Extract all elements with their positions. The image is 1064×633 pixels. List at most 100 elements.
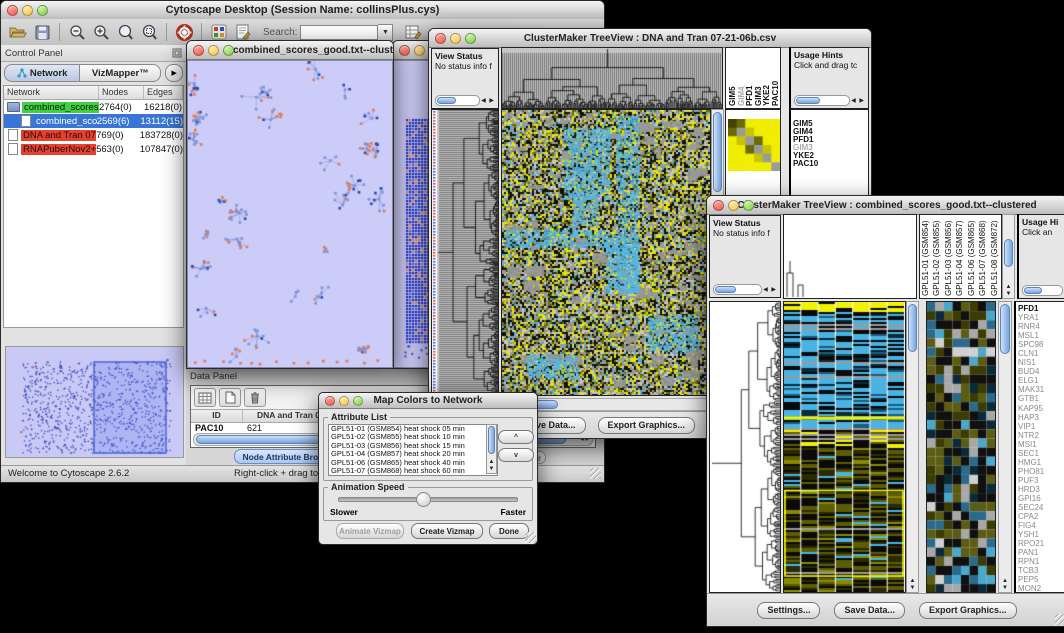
search-dropdown-button[interactable]: ▼	[378, 24, 393, 41]
tv2-gene-label[interactable]: RPN1	[1016, 557, 1064, 566]
done-button[interactable]: Done	[489, 523, 529, 539]
tv1-gene-label[interactable]: GIM3	[791, 144, 868, 152]
tv1-column-label[interactable]: GIM5	[728, 48, 737, 108]
tv2-gene-label[interactable]: YRA1	[1016, 313, 1064, 322]
tv2-gene-label[interactable]: HAP3	[1016, 413, 1064, 422]
tv1-gene-label[interactable]: PFD1	[791, 136, 868, 144]
tv2-column-label[interactable]: GPL51-06 (GSM865)	[967, 215, 978, 298]
tv2-gene-label[interactable]: RNR4	[1016, 322, 1064, 331]
tv2-zoom-heatmap[interactable]	[927, 302, 995, 592]
tv2-gene-label[interactable]: HRD3	[1016, 485, 1064, 494]
network-row[interactable]: DNA and Tran 07769(0)183728(0)	[4, 128, 183, 142]
open-file-button[interactable]	[7, 22, 29, 42]
close-button[interactable]	[399, 45, 410, 56]
tv1-column-label[interactable]: YKE2	[762, 48, 771, 108]
minimize-button[interactable]	[728, 200, 739, 211]
minimize-button[interactable]	[22, 5, 33, 16]
tv2-column-dendrogram[interactable]	[784, 215, 916, 298]
tab-vizmapper[interactable]: VizMapper™	[80, 64, 161, 82]
tv2-row-dendrogram[interactable]	[710, 302, 780, 592]
tv2-column-label[interactable]: GPL51-03 (GSM856)	[944, 215, 955, 298]
tv2-gene-label[interactable]: ELG1	[1016, 376, 1064, 385]
tv2-gene-label[interactable]: KAP95	[1016, 404, 1064, 413]
tv2-gene-label[interactable]: PEP5	[1016, 575, 1064, 584]
move-down-button[interactable]: v	[498, 448, 534, 462]
delete-attribute-button[interactable]	[244, 388, 266, 407]
resize-grip[interactable]	[590, 468, 601, 479]
animate-vizmap-button[interactable]: Animate Vizmap	[336, 523, 404, 539]
tv2-column-label[interactable]: GPL51-07 (GSM868)	[978, 215, 989, 298]
dialog-titlebar[interactable]: Map Colors to Network	[319, 393, 537, 409]
attribute-browser-button[interactable]	[402, 22, 424, 42]
tv2-gene-label[interactable]: CPA2	[1016, 512, 1064, 521]
tv2-gene-label[interactable]: NTR2	[1016, 431, 1064, 440]
tab-overflow-button[interactable]: ▶	[165, 64, 183, 82]
tv1-column-dendrogram[interactable]	[502, 48, 722, 108]
tv2-gene-label[interactable]: VIP1	[1016, 422, 1064, 431]
float-panel-icon[interactable]	[172, 48, 182, 58]
tv2-gene-label[interactable]: SPC98	[1016, 340, 1064, 349]
tv2-gene-label[interactable]: MAK31	[1016, 385, 1064, 394]
scroll-arrows-icon[interactable]: ▲▼	[1003, 284, 1014, 298]
tv2-gene-label[interactable]: GPI16	[1016, 494, 1064, 503]
minimize-button[interactable]	[414, 45, 425, 56]
tv2-button-1[interactable]: Save Data...	[834, 602, 905, 619]
tv2-button-0[interactable]: Settings...	[757, 602, 820, 619]
col-edges[interactable]: Edges	[144, 86, 183, 99]
tv1-heatmap[interactable]	[502, 110, 710, 395]
network1-titlebar[interactable]: combined_scores_good.txt--cluste...	[187, 41, 393, 60]
minimize-button[interactable]	[339, 396, 349, 406]
tv2-gene-label[interactable]: MSL1	[1016, 331, 1064, 340]
tv2-button-2[interactable]: Export Graphics...	[919, 602, 1017, 619]
tv1-column-label[interactable]: PAC10	[771, 48, 780, 108]
zoom-button[interactable]	[353, 396, 363, 406]
tv1-gene-label[interactable]: GIM4	[791, 128, 868, 136]
main-titlebar[interactable]: Cytoscape Desktop (Session Name: collins…	[1, 1, 604, 20]
col-nodes[interactable]: Nodes	[99, 86, 144, 99]
tab-network[interactable]: Network	[4, 64, 80, 82]
zoom-button[interactable]	[223, 45, 234, 56]
create-vizmap-button[interactable]: Create Vizmap	[411, 523, 483, 539]
col-network[interactable]: Network	[4, 86, 99, 99]
tv2-gene-label[interactable]: SEC24	[1016, 503, 1064, 512]
tv2-gene-label[interactable]: PAN1	[1016, 548, 1064, 557]
close-button[interactable]	[713, 200, 724, 211]
resize-grip[interactable]	[1055, 614, 1064, 625]
tv1-gene-label[interactable]: GIM5	[791, 120, 868, 128]
treeview2-titlebar[interactable]: ClusterMaker TreeView : combined_scores_…	[707, 196, 1064, 215]
tv2-gene-label[interactable]: PHO81	[1016, 467, 1064, 476]
new-attribute-button[interactable]	[219, 388, 241, 407]
tv2-hints-scrollbar[interactable]	[1022, 285, 1063, 296]
annotation-button[interactable]	[232, 22, 254, 42]
minimize-button[interactable]	[208, 45, 219, 56]
zoom-button[interactable]	[743, 200, 754, 211]
tv2-global-heatmap[interactable]	[784, 302, 905, 592]
close-button[interactable]	[193, 45, 204, 56]
tv2-status-scrollbar[interactable]: ◀ ▶	[713, 284, 777, 295]
search-input[interactable]	[300, 25, 378, 40]
zoom-selected-button[interactable]	[138, 22, 160, 42]
tv2-gene-label[interactable]: HMG1	[1016, 458, 1064, 467]
tv1-hints-scrollbar[interactable]: ◀ ▶	[794, 95, 865, 106]
tv2-column-label[interactable]: GPL51-02 (GSM855)	[932, 215, 943, 298]
tv1-mini-heatmap[interactable]	[728, 119, 780, 171]
speed-slider-thumb[interactable]	[416, 492, 431, 507]
help-button[interactable]	[173, 22, 195, 42]
tv1-button-1[interactable]: Export Graphics...	[598, 417, 696, 434]
scroll-arrows-icon[interactable]: ◀ ▶	[851, 97, 865, 104]
network-row[interactable]: combined_scores2764(0)16218(0)	[4, 100, 183, 114]
scroll-arrows-icon[interactable]: ▲▼	[487, 459, 496, 473]
tv1-column-label[interactable]: GIM4	[737, 48, 746, 108]
data-col-id[interactable]: ID	[191, 410, 243, 422]
tv1-row-dendrogram[interactable]	[432, 110, 498, 395]
tv2-gene-label[interactable]: SEC1	[1016, 449, 1064, 458]
tv2-zoom-vscrollbar[interactable]: ▲▼	[998, 301, 1012, 593]
select-attributes-button[interactable]	[194, 388, 216, 407]
scroll-arrows-icon[interactable]: ▲▼	[999, 578, 1011, 592]
tv2-gene-label[interactable]: YSH1	[1016, 530, 1064, 539]
tv1-gene-label[interactable]: PAC10	[791, 160, 868, 168]
attribute-list-scrollbar[interactable]: ▲▼	[486, 424, 497, 474]
birdseye-view[interactable]	[5, 346, 184, 458]
network-row[interactable]: combined_sco2569(6)13112(15)	[4, 114, 183, 128]
vizmapper-button[interactable]	[208, 22, 230, 42]
